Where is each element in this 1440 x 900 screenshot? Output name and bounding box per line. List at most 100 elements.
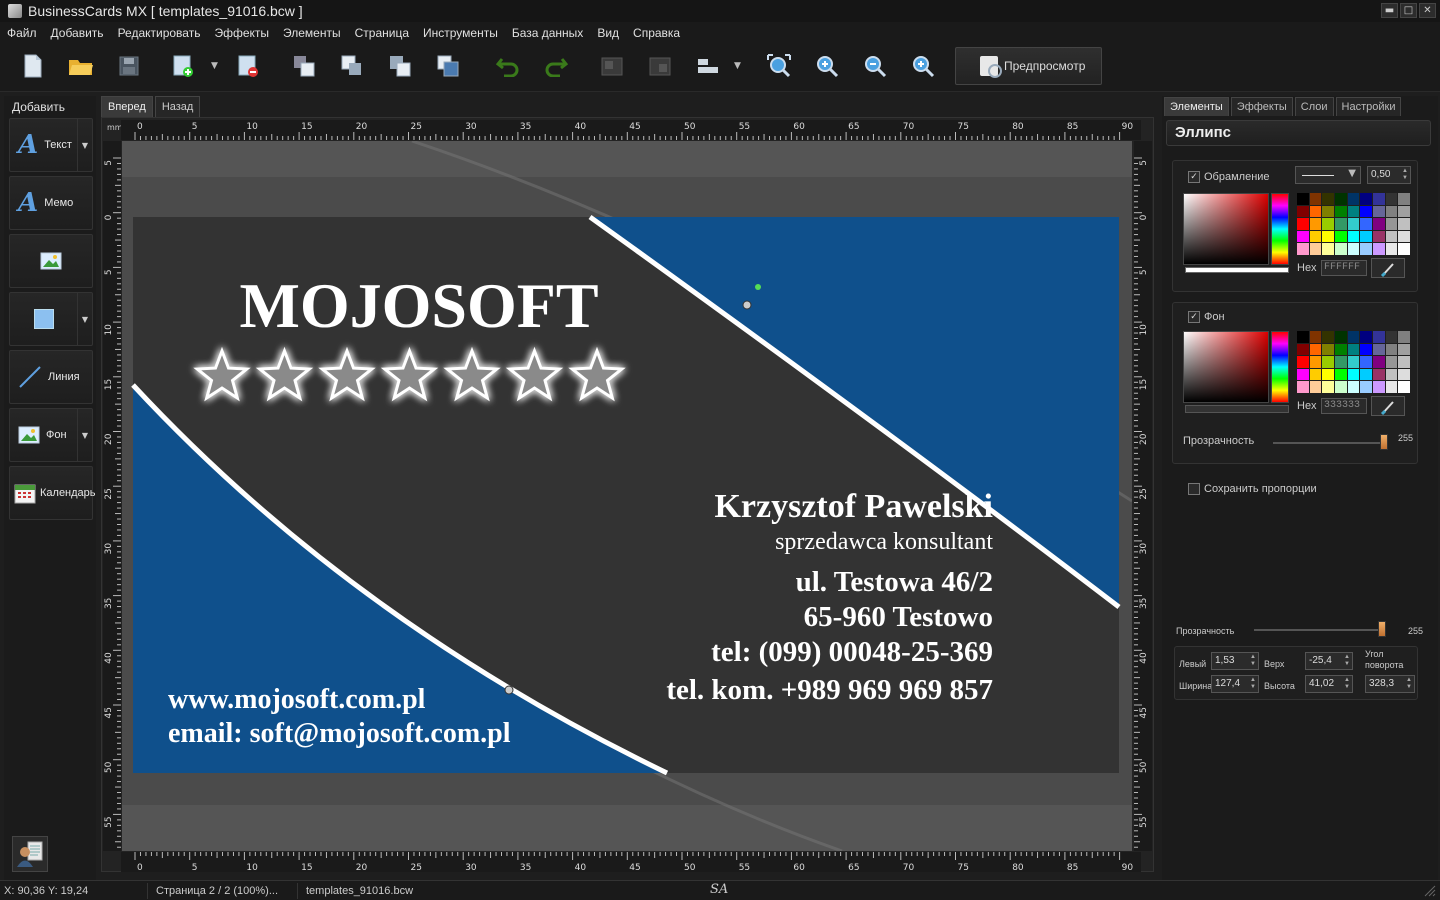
keep-ratio-checkbox[interactable]	[1188, 483, 1200, 495]
palette-swatch[interactable]	[1385, 218, 1398, 230]
close-button[interactable]: ✕	[1419, 3, 1436, 18]
palette-swatch[interactable]	[1385, 331, 1398, 343]
palette-swatch[interactable]	[1335, 243, 1347, 255]
add-memo-button[interactable]: A Мемо	[9, 176, 93, 230]
palette-swatch[interactable]	[1360, 368, 1372, 381]
tab-layers[interactable]: Слои	[1294, 97, 1334, 116]
palette-swatch[interactable]	[1309, 356, 1322, 368]
top-input[interactable]: -25,4	[1305, 652, 1353, 670]
palette-swatch[interactable]	[1373, 243, 1385, 255]
rotation-handle[interactable]	[755, 284, 761, 290]
add-shape-button[interactable]: ▼	[9, 292, 93, 346]
fill-color-gradient[interactable]	[1183, 331, 1269, 403]
palette-swatch[interactable]	[1309, 193, 1322, 205]
palette-swatch[interactable]	[1347, 243, 1360, 255]
open-folder-icon[interactable]	[67, 53, 95, 79]
palette-swatch[interactable]	[1335, 230, 1347, 243]
palette-swatch[interactable]	[1360, 381, 1372, 393]
palette-swatch[interactable]	[1335, 218, 1347, 230]
menu-elements[interactable]: Элементы	[283, 26, 341, 40]
palette-swatch[interactable]	[1385, 381, 1398, 393]
palette-swatch[interactable]	[1297, 218, 1309, 230]
angle-input[interactable]: 328,3	[1365, 675, 1415, 693]
menu-file[interactable]: Файл	[7, 26, 37, 40]
palette-swatch[interactable]	[1309, 381, 1322, 393]
zoom-out-icon[interactable]	[861, 53, 889, 79]
menu-help[interactable]: Справка	[633, 26, 680, 40]
palette-swatch[interactable]	[1297, 343, 1309, 356]
palette-swatch[interactable]	[1360, 243, 1372, 255]
palette-swatch[interactable]	[1398, 356, 1410, 368]
palette-swatch[interactable]	[1309, 368, 1322, 381]
palette-swatch[interactable]	[1373, 193, 1385, 205]
palette-swatch[interactable]	[1322, 243, 1334, 255]
group-icon[interactable]	[598, 53, 626, 79]
palette-swatch[interactable]	[1322, 381, 1334, 393]
palette-swatch[interactable]	[1373, 368, 1385, 381]
palette-swatch[interactable]	[1297, 243, 1309, 255]
palette-swatch[interactable]	[1385, 356, 1398, 368]
palette-swatch[interactable]	[1309, 205, 1322, 218]
palette-swatch[interactable]	[1360, 205, 1372, 218]
palette-swatch[interactable]	[1335, 205, 1347, 218]
palette-swatch[interactable]	[1373, 381, 1385, 393]
palette-swatch[interactable]	[1373, 356, 1385, 368]
maximize-button[interactable]: □	[1400, 3, 1417, 18]
left-input[interactable]: 1,53	[1211, 652, 1259, 670]
fill-eyedropper-button[interactable]	[1371, 396, 1405, 416]
opacity-knob[interactable]	[1378, 621, 1386, 637]
palette-swatch[interactable]	[1322, 218, 1334, 230]
palette-swatch[interactable]	[1297, 205, 1309, 218]
palette-swatch[interactable]	[1309, 243, 1322, 255]
send-backward-icon[interactable]	[386, 53, 414, 79]
palette-swatch[interactable]	[1335, 356, 1347, 368]
palette-swatch[interactable]	[1360, 331, 1372, 343]
palette-swatch[interactable]	[1373, 218, 1385, 230]
palette-swatch[interactable]	[1322, 205, 1334, 218]
add-line-button[interactable]: Линия	[9, 350, 93, 404]
selection-handle-2[interactable]	[504, 685, 514, 695]
palette-swatch[interactable]	[1347, 205, 1360, 218]
line-style-select[interactable]: ▼	[1295, 166, 1361, 184]
outline-width-input[interactable]: 0,50	[1367, 166, 1411, 184]
outline-checkbox[interactable]: ✓	[1188, 171, 1200, 183]
palette-swatch[interactable]	[1347, 368, 1360, 381]
new-document-icon[interactable]	[19, 53, 47, 79]
preview-button[interactable]: Предпросмотр	[955, 47, 1102, 85]
add-background-dropdown-icon[interactable]: ▼	[78, 431, 92, 440]
fill-opacity-slider[interactable]	[1273, 442, 1383, 444]
fit-to-page-icon[interactable]	[765, 53, 793, 79]
palette-swatch[interactable]	[1360, 343, 1372, 356]
palette-swatch[interactable]	[1385, 243, 1398, 255]
palette-swatch[interactable]	[1373, 205, 1385, 218]
fill-hue-bar[interactable]	[1271, 331, 1289, 403]
tab-effects[interactable]: Эффекты	[1230, 97, 1293, 116]
palette-swatch[interactable]	[1347, 331, 1360, 343]
palette-swatch[interactable]	[1373, 343, 1385, 356]
palette-swatch[interactable]	[1335, 193, 1347, 205]
palette-swatch[interactable]	[1398, 331, 1410, 343]
add-shape-dropdown-icon[interactable]: ▼	[78, 315, 92, 324]
palette-swatch[interactable]	[1360, 356, 1372, 368]
redo-icon[interactable]	[542, 53, 570, 79]
palette-swatch[interactable]	[1385, 368, 1398, 381]
palette-swatch[interactable]	[1322, 230, 1334, 243]
add-text-button[interactable]: A Текст ▼	[9, 118, 93, 172]
palette-swatch[interactable]	[1398, 205, 1410, 218]
delete-page-icon[interactable]	[234, 53, 262, 79]
palette-swatch[interactable]	[1347, 230, 1360, 243]
bring-forward-icon[interactable]	[338, 53, 366, 79]
fill-hex-input[interactable]: 333333	[1321, 398, 1367, 414]
align-icon[interactable]	[694, 53, 722, 79]
palette-swatch[interactable]	[1322, 343, 1334, 356]
zoom-in-icon[interactable]	[813, 53, 841, 79]
menu-database[interactable]: База данных	[512, 26, 583, 40]
outline-color-gradient[interactable]	[1183, 193, 1269, 265]
palette-swatch[interactable]	[1322, 368, 1334, 381]
palette-swatch[interactable]	[1385, 205, 1398, 218]
menu-tools[interactable]: Инструменты	[423, 26, 498, 40]
palette-swatch[interactable]	[1309, 230, 1322, 243]
palette-swatch[interactable]	[1297, 356, 1309, 368]
fill-opacity-knob[interactable]	[1380, 434, 1388, 450]
workspace[interactable]: MOJOSOFT Krzysztof Pawelski sprzedawca k…	[122, 141, 1132, 851]
